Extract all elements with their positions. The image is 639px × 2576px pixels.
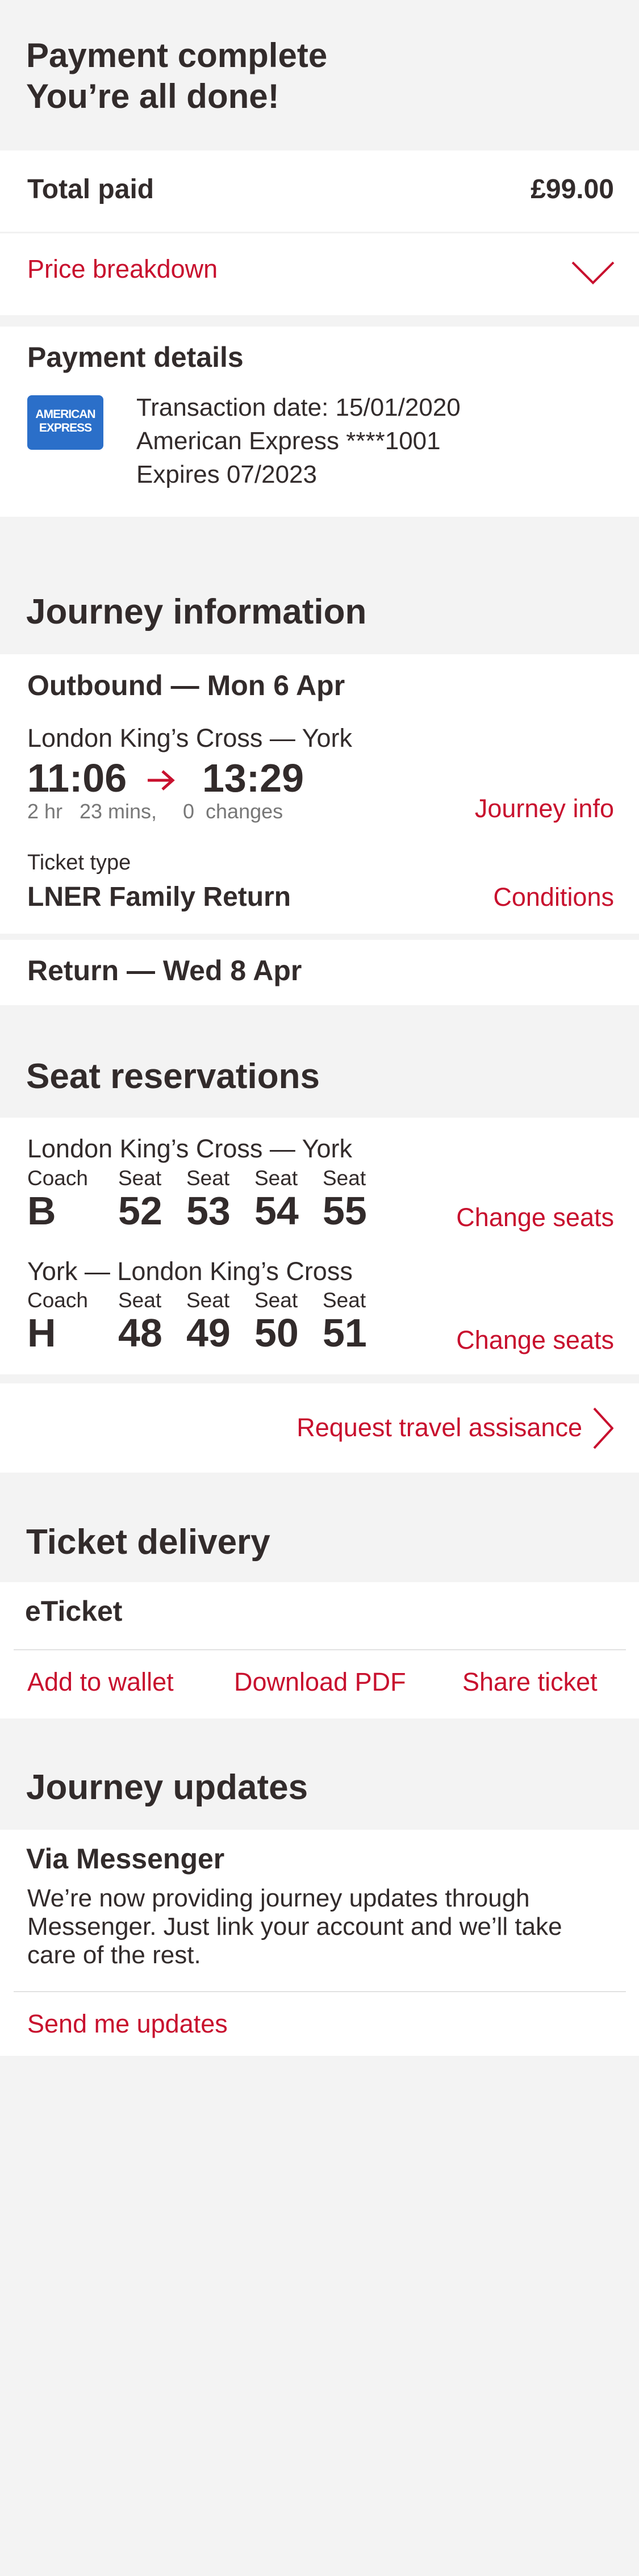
total-paid-label: Total paid: [27, 174, 154, 204]
seats-heading: Seat reservations: [26, 1057, 320, 1096]
page-title-line2: You’re all done!: [26, 77, 279, 115]
arrive-time: 13:29: [202, 756, 304, 800]
delivery-type: eTicket: [25, 1595, 123, 1627]
changes-count: 0 changes: [183, 800, 283, 823]
seat-label: Seat: [323, 1289, 366, 1312]
seat-number: 48: [118, 1311, 162, 1355]
price-breakdown-label: Price breakdown: [27, 254, 218, 283]
send-updates-link[interactable]: Send me updates: [27, 2009, 228, 2039]
duration-hr: 2 hr: [27, 800, 63, 823]
updates-body-line1: We’re now providing journey updates thro…: [27, 1884, 530, 1912]
seat-label: Seat: [118, 1289, 162, 1312]
reservation-route: London King’s Cross — York: [27, 1134, 353, 1163]
page-title-line1: Payment complete: [26, 36, 328, 74]
divider: [14, 1649, 626, 1650]
seat-number: 53: [186, 1189, 231, 1233]
travel-assistance-link[interactable]: Request travel assisance: [296, 1413, 582, 1442]
change-seats-link[interactable]: Change seats: [456, 1203, 614, 1232]
return-title: Return — Wed 8 Apr: [27, 955, 302, 986]
divider: [0, 232, 639, 233]
seat-label: Seat: [186, 1289, 230, 1312]
seat-number: 52: [118, 1189, 162, 1233]
coach-value: B: [27, 1189, 56, 1233]
coach-value: H: [27, 1311, 56, 1355]
updates-body-line3: care of the rest.: [27, 1941, 201, 1969]
arrow-right-icon: [148, 770, 175, 791]
amex-logo-line1: AMERICAN: [35, 408, 95, 421]
seat-label: Seat: [186, 1166, 230, 1190]
depart-time: 11:06: [27, 756, 127, 800]
journey-info-link[interactable]: Journey info: [475, 794, 614, 823]
updates-body-line2: Messenger. Just link your account and we…: [27, 1913, 562, 1941]
download-pdf-button[interactable]: Download PDF: [234, 1667, 406, 1697]
payment-details-text: Transaction date: 15/01/2020 American Ex…: [136, 391, 461, 491]
card-name: American Express ****1001: [136, 427, 441, 455]
updates-body: We’re now providing journey updates thro…: [27, 1884, 629, 1969]
delivery-heading: Ticket delivery: [26, 1523, 270, 1562]
seat-number: 54: [254, 1189, 299, 1233]
duration-min: 23 mins,: [80, 800, 157, 823]
transaction-date: Transaction date: 15/01/2020: [136, 394, 461, 421]
chevron-right-icon: [593, 1407, 613, 1449]
card-expiry: Expires 07/2023: [136, 461, 317, 488]
outbound-route: London King’s Cross — York: [27, 724, 353, 752]
share-ticket-button[interactable]: Share ticket: [462, 1667, 598, 1697]
seat-label: Seat: [254, 1166, 298, 1190]
change-seats-link[interactable]: Change seats: [456, 1325, 614, 1355]
reservation-route: York — London King’s Cross: [27, 1257, 353, 1286]
outbound-title: Outbound — Mon 6 Apr: [27, 670, 345, 701]
add-to-wallet-button[interactable]: Add to wallet: [27, 1667, 174, 1697]
amex-logo-icon: AMERICAN EXPRESS: [27, 395, 103, 450]
updates-subheading: Via Messenger: [26, 1843, 225, 1875]
seat-label: Seat: [254, 1289, 298, 1312]
updates-heading: Journey updates: [26, 1768, 308, 1807]
seat-number: 51: [323, 1311, 367, 1355]
divider: [14, 1991, 626, 1992]
ticket-type-label: Ticket type: [27, 851, 131, 875]
total-paid-value: £99.00: [531, 174, 614, 204]
seat-number: 50: [254, 1311, 299, 1355]
conditions-link[interactable]: Conditions: [493, 883, 614, 912]
page-title: Payment complete You’re all done!: [26, 35, 327, 117]
coach-label: Coach: [27, 1166, 88, 1190]
seat-label: Seat: [118, 1166, 162, 1190]
ticket-type-value: LNER Family Return: [27, 882, 291, 912]
seat-number: 49: [186, 1311, 231, 1355]
amex-logo-line2: EXPRESS: [39, 421, 92, 434]
payment-details-heading: Payment details: [27, 341, 244, 373]
seat-number: 55: [323, 1189, 367, 1233]
coach-label: Coach: [27, 1289, 88, 1312]
seat-label: Seat: [323, 1166, 366, 1190]
journey-heading: Journey information: [26, 592, 367, 632]
price-breakdown-toggle[interactable]: Price breakdown: [0, 234, 639, 308]
chevron-down-icon: [571, 261, 615, 285]
